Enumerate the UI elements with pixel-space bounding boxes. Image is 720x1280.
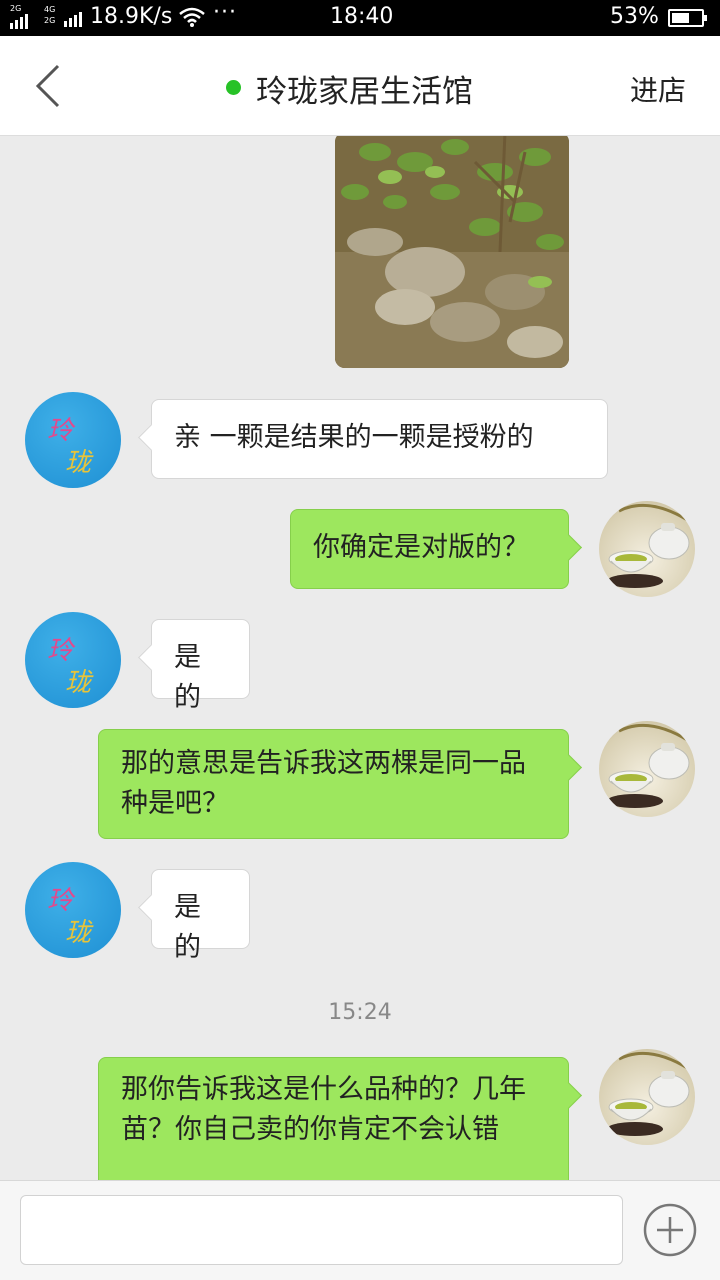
- shop-avatar[interactable]: 玲 珑: [25, 392, 121, 488]
- message-input-bar: [0, 1180, 720, 1280]
- shop-avatar-char-2: 珑: [65, 918, 92, 948]
- plant-photo-image: [335, 136, 569, 368]
- shop-avatar-char-2: 珑: [65, 448, 92, 478]
- message-bubble-incoming[interactable]: 亲 一颗是结果的一颗是授粉的: [151, 399, 608, 479]
- network-type-label: 2G: [10, 4, 22, 13]
- chat-title: 玲珑家居生活馆: [256, 74, 473, 110]
- shop-avatar[interactable]: 玲 珑: [25, 612, 121, 708]
- shop-avatar-char-2: 珑: [65, 668, 92, 698]
- message-timestamp: 15:24: [328, 1000, 392, 1025]
- enter-shop-button[interactable]: 进店: [630, 69, 686, 109]
- online-status-icon: [226, 80, 241, 95]
- network-speed: 18.9K/s: [90, 4, 173, 29]
- network-type-label-3: 2G: [44, 16, 56, 25]
- status-bar: 2G 4G 2G 18.9K/s ··· 18:40 53%: [0, 0, 720, 36]
- signal-icon-2: [64, 12, 82, 27]
- back-arrow-icon[interactable]: [30, 64, 70, 108]
- message-bubble-incoming[interactable]: 是的: [151, 869, 250, 963]
- plus-icon[interactable]: [643, 1203, 697, 1257]
- message-bubble-outgoing[interactable]: 那你告诉我这是什么品种的？几年苗？你自己卖的你肯定不会认错: [98, 1057, 569, 1180]
- wifi-icon: [179, 7, 205, 27]
- battery-icon: [668, 9, 707, 27]
- message-bubble-outgoing[interactable]: 那的意思是告诉我这两棵是同一品种是吧？: [98, 729, 569, 839]
- message-bubble-outgoing[interactable]: 你确定是对版的？: [290, 509, 569, 589]
- battery-percent: 53%: [610, 4, 659, 29]
- user-avatar[interactable]: [599, 721, 695, 817]
- tea-cup-image: [607, 723, 690, 808]
- user-avatar[interactable]: [599, 501, 695, 597]
- tea-cup-image: [607, 1051, 690, 1136]
- tea-cup-image: [607, 503, 690, 588]
- chat-message-list[interactable]: 玲 珑 亲 一颗是结果的一颗是授粉的 你确定是对版的？ 玲 珑 是的 那的意思是…: [0, 136, 720, 1180]
- signal-icon: [10, 14, 28, 29]
- network-type-label-2: 4G: [44, 5, 56, 14]
- image-message[interactable]: [335, 136, 569, 368]
- more-dots-icon: ···: [213, 0, 237, 25]
- user-avatar[interactable]: [599, 1049, 695, 1145]
- chat-header: 玲珑家居生活馆 进店: [0, 36, 720, 136]
- message-input[interactable]: [20, 1195, 623, 1265]
- message-bubble-incoming[interactable]: 是的: [151, 619, 250, 713]
- clock: 18:40: [330, 4, 394, 29]
- shop-avatar[interactable]: 玲 珑: [25, 862, 121, 958]
